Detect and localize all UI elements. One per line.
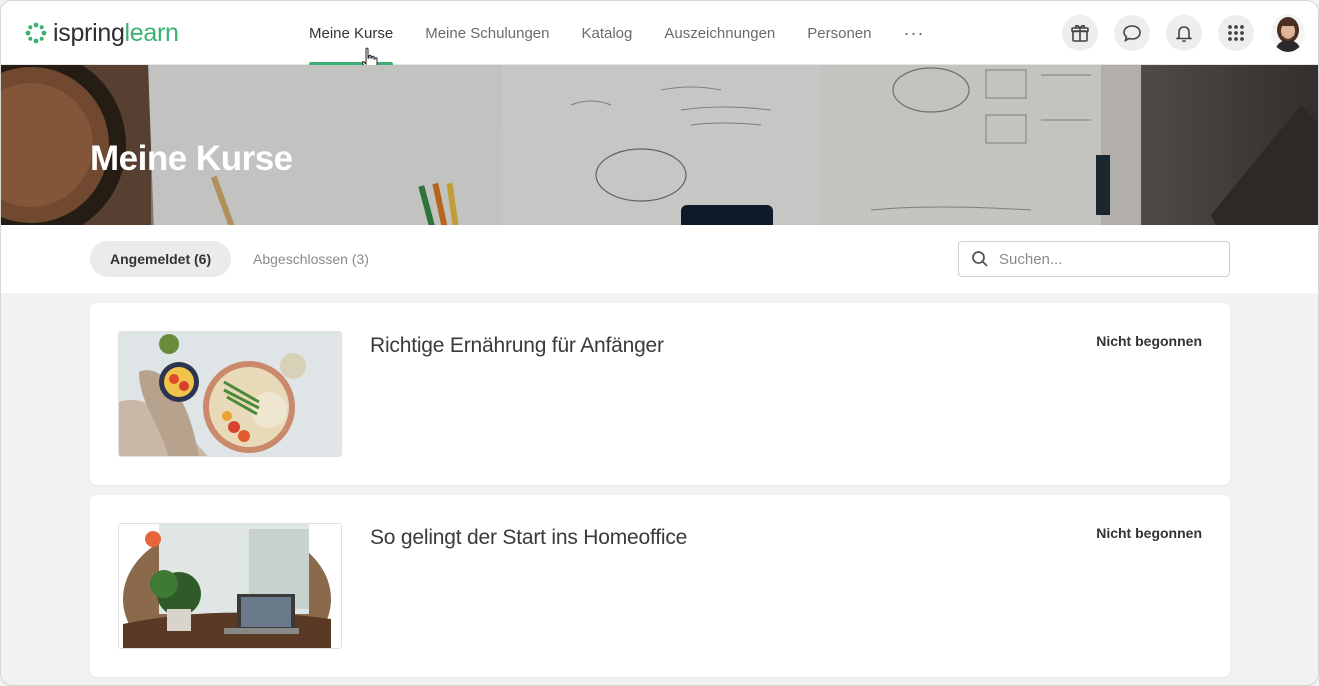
hero-banner: Meine Kurse [1, 65, 1318, 225]
page-title: Meine Kurse [90, 139, 293, 178]
course-thumbnail[interactable] [118, 331, 342, 457]
chat-button[interactable] [1114, 15, 1150, 51]
search-icon [972, 251, 988, 267]
course-status: Nicht begonnen [1096, 333, 1202, 349]
nav-item-auszeichnungen[interactable]: Auszeichnungen [664, 1, 775, 65]
top-navigation-bar: ispringlearn Meine Kurse Meine Schulunge… [1, 1, 1318, 72]
ispring-logo-icon [25, 22, 47, 44]
gift-icon [1071, 24, 1089, 42]
ispring-learn-logo[interactable]: ispringlearn [25, 18, 179, 48]
course-thumbnail[interactable] [118, 523, 342, 649]
course-title[interactable]: So gelingt der Start ins Homeoffice [370, 526, 687, 550]
course-status: Nicht begonnen [1096, 525, 1202, 541]
filter-tab-bar: Angemeldet (6) Abgeschlossen (3) [1, 225, 1318, 293]
nav-item-personen[interactable]: Personen [807, 1, 871, 65]
chat-icon [1123, 25, 1141, 43]
course-card[interactable]: So gelingt der Start ins Homeoffice Nich… [90, 495, 1230, 677]
gift-button[interactable] [1062, 15, 1098, 51]
bell-icon [1175, 26, 1193, 43]
tab-completed[interactable]: Abgeschlossen (3) [233, 241, 389, 277]
user-avatar[interactable] [1271, 14, 1305, 52]
tab-enrolled[interactable]: Angemeldet (6) [90, 241, 232, 277]
search-input[interactable] [999, 250, 1219, 268]
course-title[interactable]: Richtige Ernährung für Anfänger [370, 334, 664, 358]
notifications-button[interactable] [1166, 15, 1202, 51]
course-card[interactable]: Richtige Ernährung für Anfänger Nicht be… [90, 303, 1230, 485]
more-menu-icon[interactable]: ··· [904, 1, 925, 65]
apps-button[interactable] [1218, 15, 1254, 51]
nav-item-meine-kurse[interactable]: Meine Kurse [309, 1, 394, 65]
apps-grid-icon [1228, 25, 1244, 41]
nav-item-meine-schulungen[interactable]: Meine Schulungen [425, 1, 549, 65]
app-window: ispringlearn Meine Kurse Meine Schulunge… [0, 0, 1319, 686]
main-nav: Meine Kurse Meine Schulungen Katalog Aus… [309, 1, 924, 65]
search-box [958, 241, 1230, 277]
nav-item-katalog[interactable]: Katalog [581, 1, 632, 65]
logo-text: ispringlearn [53, 18, 179, 47]
